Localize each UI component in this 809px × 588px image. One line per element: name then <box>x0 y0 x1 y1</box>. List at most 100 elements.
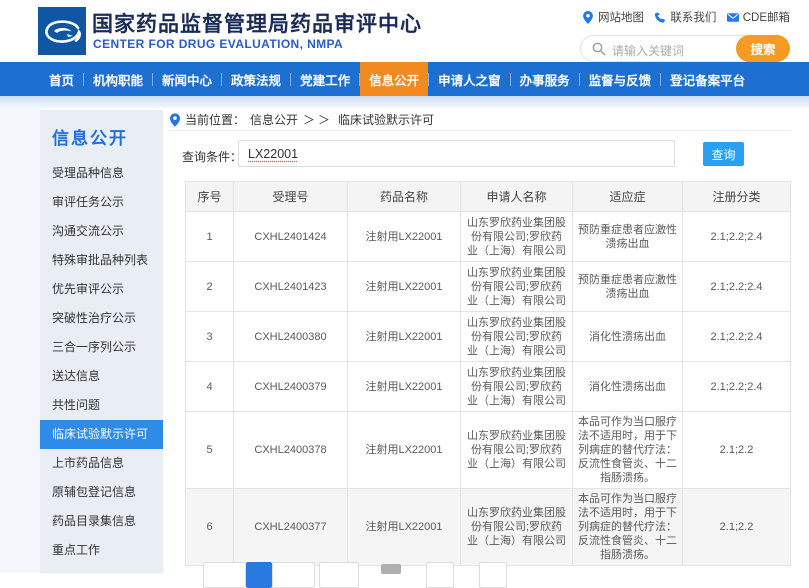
table-cell: CXHL2400379 <box>234 362 348 412</box>
phone-icon <box>654 11 666 24</box>
sidebar-title: 信息公开 <box>52 124 163 149</box>
breadcrumb-section[interactable]: 信息公开 <box>250 111 298 128</box>
cde-mail-link-label: CDE邮箱 <box>743 9 790 25</box>
search-icon <box>592 42 606 56</box>
pagination-current-page[interactable] <box>246 562 272 588</box>
table-header-row: 序号受理号药品名称申请人名称适应症注册分类 <box>186 182 791 212</box>
sidebar-item[interactable]: 共性问题 <box>40 391 163 420</box>
column-header: 序号 <box>186 182 234 212</box>
contact-us-link-label: 联系我们 <box>670 9 716 25</box>
table-row: 2CXHL2401423注射用LX22001山东罗欣药业集团股份有限公司;罗欣药… <box>186 262 791 312</box>
table-cell: 2.1;2.2;2.4 <box>683 212 791 262</box>
pagination-confirm-button[interactable] <box>479 562 507 588</box>
table-cell: 本品可作为当口服疗法不适用时，用于下列病症的替代疗法：反流性食管炎、十二指肠溃疡… <box>573 489 683 566</box>
column-header: 药品名称 <box>348 182 461 212</box>
site-subtitle: CENTER FOR DRUG EVALUATION, NMPA <box>93 37 343 51</box>
sidebar-item[interactable]: 药品目录集信息 <box>40 507 163 536</box>
nav-item-1[interactable]: 首页 <box>40 62 83 96</box>
nav-item-6[interactable]: 信息公开 <box>360 62 428 96</box>
nav-shadow-band <box>0 96 809 108</box>
sidebar-item[interactable]: 三合一序列公示 <box>40 333 163 362</box>
table-cell: 2 <box>186 262 234 312</box>
header-quick-links: 网站地图 联系我们 CDE邮箱 <box>582 9 790 25</box>
table-cell: 2.1;2.2 <box>683 412 791 489</box>
sidebar-menu: 受理品种信息审评任务公示沟通交流公示特殊审批品种列表优先审评公示突破性治疗公示三… <box>40 159 163 565</box>
sidebar-item[interactable]: 重点工作 <box>40 536 163 565</box>
query-condition-input[interactable]: LX22001 <box>238 140 675 167</box>
sidebar-item[interactable]: 审评任务公示 <box>40 188 163 217</box>
table-cell: CXHL2400378 <box>234 412 348 489</box>
breadcrumb: 当前位置：信息公开 ＞＞ 临床试验默示许可 <box>170 111 434 128</box>
sidebar-item[interactable]: 送达信息 <box>40 362 163 391</box>
left-background-strip <box>0 108 40 573</box>
column-header: 注册分类 <box>683 182 791 212</box>
search-placeholder: 请输入关键词 <box>612 42 684 59</box>
table-cell: 山东罗欣药业集团股份有限公司;罗欣药业（上海）有限公司 <box>461 262 573 312</box>
pagination-next-button[interactable] <box>272 562 315 588</box>
search-button[interactable]: 搜索 <box>736 35 790 62</box>
nav-item-3[interactable]: 新闻中心 <box>153 62 221 96</box>
sidebar-item[interactable]: 突破性治疗公示 <box>40 304 163 333</box>
query-condition-label: 查询条件： <box>182 148 242 165</box>
table-cell: 注射用LX22001 <box>348 362 461 412</box>
table-cell: 2.1;2.2;2.4 <box>683 312 791 362</box>
table-cell: CXHL2401424 <box>234 212 348 262</box>
query-input-value: LX22001 <box>248 147 298 161</box>
table-cell: 注射用LX22001 <box>348 262 461 312</box>
sidebar-item[interactable]: 上市药品信息 <box>40 449 163 478</box>
sitemap-link-label: 网站地图 <box>598 9 644 25</box>
sidebar-item[interactable]: 沟通交流公示 <box>40 217 163 246</box>
nav-item-2[interactable]: 机构职能 <box>84 62 152 96</box>
pagination-page-jump-input[interactable] <box>426 562 454 588</box>
table-cell: 3 <box>186 312 234 362</box>
pagination-prev-button[interactable] <box>203 562 246 588</box>
nav-item-7[interactable]: 申请人之窗 <box>429 62 510 96</box>
site-header: 国家药品监督管理局药品审评中心 CENTER FOR DRUG EVALUATI… <box>0 0 809 62</box>
breadcrumb-divider <box>168 130 790 131</box>
table-body: 1CXHL2401424注射用LX22001山东罗欣药业集团股份有限公司;罗欣药… <box>186 212 791 566</box>
table-row: 1CXHL2401424注射用LX22001山东罗欣药业集团股份有限公司;罗欣药… <box>186 212 791 262</box>
table-row: 5CXHL2400378注射用LX22001山东罗欣药业集团股份有限公司;罗欣药… <box>186 412 791 489</box>
sidebar: 信息公开 受理品种信息审评任务公示沟通交流公示特殊审批品种列表优先审评公示突破性… <box>40 110 163 573</box>
table-cell: CXHL2400380 <box>234 312 348 362</box>
table-cell: 2.1;2.2 <box>683 489 791 566</box>
column-header: 受理号 <box>234 182 348 212</box>
nav-item-10[interactable]: 登记备案平台 <box>661 62 754 96</box>
nav-item-4[interactable]: 政策法规 <box>222 62 290 96</box>
results-table: 序号受理号药品名称申请人名称适应症注册分类 1CXHL2401424注射用LX2… <box>185 181 791 566</box>
nav-item-5[interactable]: 党建工作 <box>291 62 359 96</box>
swallow-logo-icon <box>38 7 86 55</box>
envelope-icon <box>727 11 739 24</box>
table-cell: 1 <box>186 212 234 262</box>
table-cell: 6 <box>186 489 234 566</box>
sidebar-item[interactable]: 特殊审批品种列表 <box>40 246 163 275</box>
main-nav: 首页机构职能新闻中心政策法规党建工作信息公开申请人之窗办事服务监督与反馈登记备案… <box>0 62 809 96</box>
table-cell: 注射用LX22001 <box>348 312 461 362</box>
table-cell: 注射用LX22001 <box>348 412 461 489</box>
sidebar-item[interactable]: 受理品种信息 <box>40 159 163 188</box>
sitemap-link[interactable]: 网站地图 <box>582 9 644 25</box>
table-cell: 4 <box>186 362 234 412</box>
contact-us-link[interactable]: 联系我们 <box>654 9 716 25</box>
breadcrumb-current: 临床试验默示许可 <box>338 111 434 128</box>
query-button[interactable]: 查询 <box>703 142 744 166</box>
table-cell: 预防重症患者应激性溃疡出血 <box>573 212 683 262</box>
table-cell: 2.1;2.2;2.4 <box>683 262 791 312</box>
table-row: 6CXHL2400377注射用LX22001山东罗欣药业集团股份有限公司;罗欣药… <box>186 489 791 566</box>
table-cell: 预防重症患者应激性溃疡出血 <box>573 262 683 312</box>
breadcrumb-separator: ＞＞ <box>303 111 333 128</box>
sidebar-item[interactable]: 临床试验默示许可 <box>40 420 163 449</box>
column-header: 适应症 <box>573 182 683 212</box>
nav-item-9[interactable]: 监督与反馈 <box>580 62 661 96</box>
location-pin-icon <box>170 113 180 127</box>
cde-mail-link[interactable]: CDE邮箱 <box>727 9 790 25</box>
table-cell: 2.1;2.2;2.4 <box>683 362 791 412</box>
table-cell: 5 <box>186 412 234 489</box>
nav-item-8[interactable]: 办事服务 <box>511 62 579 96</box>
sidebar-item[interactable]: 优先审评公示 <box>40 275 163 304</box>
cde-logo <box>38 7 86 55</box>
table-cell: CXHL2401423 <box>234 262 348 312</box>
table-cell: 注射用LX22001 <box>348 489 461 566</box>
pagination-last-button[interactable] <box>319 562 359 588</box>
sidebar-item[interactable]: 原辅包登记信息 <box>40 478 163 507</box>
